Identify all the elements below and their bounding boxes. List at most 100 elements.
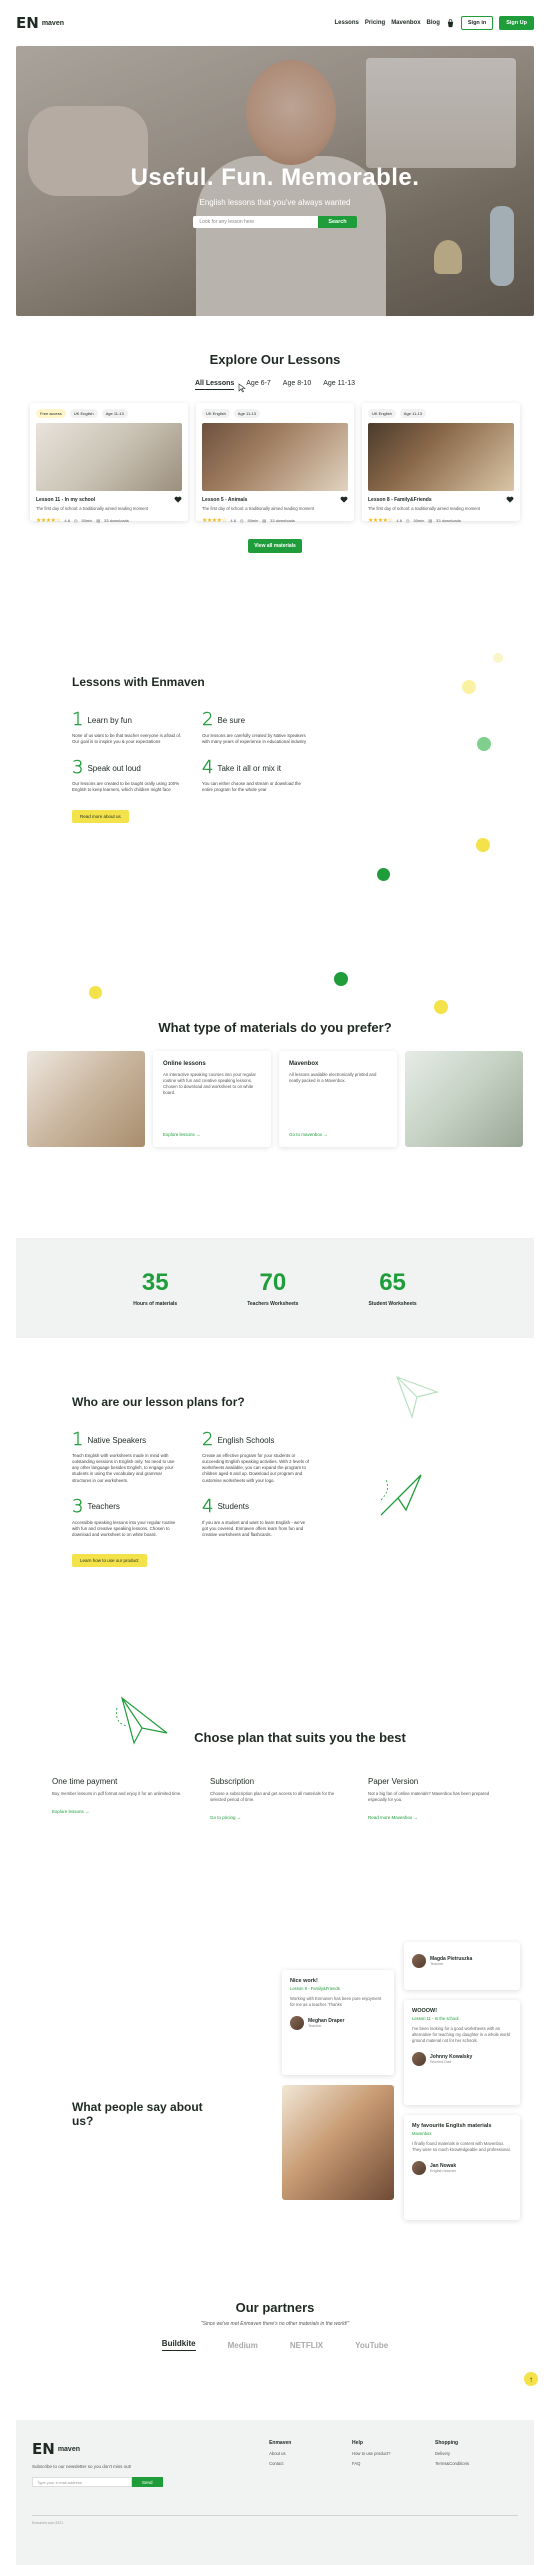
review-text: I finally found materials in content wit…: [412, 2141, 511, 2152]
logo[interactable]: EN maven: [16, 14, 64, 32]
lessons-title: Explore Our Lessons: [209, 352, 341, 367]
nav-link-mavenbox[interactable]: Mavenbox: [391, 20, 420, 26]
email-field[interactable]: Type your e-mail address: [32, 2477, 132, 2487]
feature-item: 2 Be sure Our lessons are carefully creat…: [202, 709, 312, 745]
feature-name: Teachers: [87, 1502, 120, 1512]
footer-link-about[interactable]: About us: [269, 2451, 352, 2456]
heart-icon[interactable]: [340, 496, 348, 503]
review-author-role: Teacher: [430, 1962, 444, 1966]
avatar: [412, 2051, 426, 2066]
star-rating-icon: ★★★★☆: [368, 517, 393, 524]
footer-col-title: Help: [352, 2440, 363, 2446]
review-author: Magda Pietruszka Teacher: [412, 1954, 512, 1968]
clock-icon: ◷: [73, 517, 78, 523]
footer-link-terms[interactable]: Terms&Conditions: [435, 2461, 518, 2466]
footer-link-contact[interactable]: Contact: [269, 2461, 352, 2466]
nav-link-blog[interactable]: Blog: [427, 20, 440, 26]
lesson-meta: ★★★★☆ 4.8 ◷ 50min ▤ 33 downloads: [36, 517, 182, 524]
newsletter-text: Subscribe to our newsletter so you don't…: [32, 2464, 132, 2469]
heart-icon[interactable]: [174, 496, 182, 503]
read-more-about-us-button[interactable]: Read more about us: [72, 809, 129, 823]
footer-link-faq[interactable]: FAQ: [352, 2461, 435, 2466]
footer-link-delivery[interactable]: Delivery: [435, 2451, 518, 2456]
lesson-title: Lesson 11 - In my school: [36, 496, 96, 503]
lesson-card[interactable]: UK English Age 11-13 Lesson 8 - Family&F…: [362, 403, 520, 524]
lesson-card[interactable]: Free access UK English Age 11-13 Lesson …: [30, 403, 188, 524]
footer-col-enmaven: Enmaven About us Contact: [269, 2440, 352, 2487]
search-button[interactable]: Search: [318, 216, 357, 228]
learn-how-to-use-button[interactable]: Learn how to use our product: [72, 1554, 147, 1568]
review-card: My favourite English materials Mavenbox …: [404, 2115, 520, 2220]
stats-band: 35 Hours of materials 70 Teachers Worksh…: [16, 1238, 534, 1338]
review-author-role: English teacher: [430, 2168, 457, 2173]
heart-icon[interactable]: [506, 496, 514, 503]
footer: EN maven Subscribe to our newsletter so …: [16, 2420, 534, 2565]
stat-label: Hours of materials: [133, 1301, 178, 1307]
chip-language: UK English: [202, 409, 230, 418]
material-card-mavenbox[interactable]: Mavenbox All lessons available electroni…: [279, 1051, 397, 1147]
footer-logo[interactable]: EN maven: [32, 2440, 269, 2458]
lesson-thumbnail: [368, 423, 514, 491]
chip-language: UK English: [69, 409, 98, 418]
sign-up-button[interactable]: Sign Up: [499, 16, 534, 30]
feature-item: 2 English Schools Create an effective pro…: [202, 1430, 312, 1484]
download-icon: ▤: [428, 517, 433, 523]
partner-logo-youtube[interactable]: YouTube: [355, 2341, 388, 2350]
review-author-name: Meghan Draper: [308, 2017, 345, 2024]
material-card-online[interactable]: Online lessons An interactive speaking c…: [153, 1051, 271, 1147]
nav-link-lessons[interactable]: Lessons: [335, 20, 359, 26]
feature-description: Accessible speaking lessons into your re…: [72, 1519, 176, 1538]
tab-all-lessons[interactable]: All Lessons: [194, 380, 235, 390]
feature-item: 4 Take it all or mix it You can either ch…: [202, 759, 312, 793]
feature-number: 2: [202, 709, 214, 730]
lesson-card-chips: Free access UK English Age 11-13: [36, 409, 182, 418]
tab-age-8-10[interactable]: Age 8-10: [283, 380, 311, 390]
cart-icon[interactable]: [446, 18, 455, 28]
partner-logo-netflix[interactable]: NETFLIX: [290, 2341, 323, 2350]
lesson-description: The first day of school: a traditionally…: [368, 506, 480, 511]
partner-logo-buildkite[interactable]: Buildkite: [161, 2339, 196, 2351]
send-button[interactable]: Send: [132, 2477, 163, 2487]
go-to-pricing-link[interactable]: Go to pricing →: [210, 1815, 340, 1820]
who-features: 1 Native Speakers Teach English with work…: [72, 1430, 312, 1538]
explore-lessons-link[interactable]: Explore lessons →: [163, 1132, 201, 1137]
footer-link-how-to[interactable]: How to use product?: [352, 2451, 435, 2456]
partners-title: Our partners: [235, 2300, 315, 2315]
partner-logo-medium[interactable]: Medium: [228, 2341, 258, 2350]
lesson-card-chips: UK English Age 11-13: [202, 409, 348, 418]
lesson-rating: 4.8: [230, 517, 236, 523]
lesson-rating: 4.8: [64, 517, 70, 523]
go-to-mavenbox-link[interactable]: Go to mavenbox →: [289, 1132, 328, 1137]
feature-item: 1 Learn by fun None of us want to be that…: [72, 710, 182, 745]
navbar: EN maven Lessons Pricing Mavenbox Blog S…: [0, 0, 550, 46]
lesson-downloads: 33 downloads: [436, 517, 461, 523]
lesson-title: Lesson 8 - Family&Friends: [368, 496, 432, 503]
avatar: [412, 2160, 426, 2175]
scroll-to-top-button[interactable]: ↑: [524, 2372, 538, 2386]
materials-section: What type of materials do you prefer? On…: [0, 1020, 550, 1147]
sign-in-button[interactable]: Sign in: [460, 16, 494, 30]
search-input[interactable]: Look for any lesson here: [193, 216, 319, 228]
tab-age-11-13[interactable]: Age 11-13: [323, 380, 355, 390]
footer-newsletter: EN maven Subscribe to our newsletter so …: [32, 2440, 269, 2487]
read-more-mavenbox-link[interactable]: Read more Mavenbox →: [368, 1815, 498, 1820]
lesson-card[interactable]: UK English Age 11-13 Lesson 5 - Animals …: [196, 403, 354, 524]
newsletter-form: Type your e-mail address Send: [32, 2477, 269, 2487]
feature-item: 3 Teachers Accessible speaking lessons in…: [72, 1497, 182, 1538]
star-rating-icon: ★★★★☆: [202, 517, 227, 524]
review-heading: Nice work!: [290, 1978, 318, 1984]
review-card: WOOOW! Lesson 11 - In the school I've be…: [404, 2000, 520, 2105]
plan-description: Buy member lessons in pdf format and enj…: [52, 1791, 182, 1796]
review-author: Jan Nowak English teacher: [412, 2160, 512, 2175]
review-text: I've been looking for a good worksheets …: [412, 2026, 510, 2043]
decor-dot: [462, 680, 476, 694]
tab-age-6-7[interactable]: Age 6-7: [246, 380, 271, 390]
decor-dot: [89, 986, 102, 999]
nav-link-pricing[interactable]: Pricing: [365, 20, 385, 26]
explore-lessons-link[interactable]: Explore lessons →: [52, 1809, 182, 1814]
avatar: [412, 1954, 426, 1968]
reviews-image-child: [282, 2085, 394, 2200]
view-all-materials-button[interactable]: View all materials: [248, 539, 302, 553]
materials-title: What type of materials do you prefer?: [158, 1020, 392, 1035]
chip-free-access: Free access: [36, 409, 66, 418]
